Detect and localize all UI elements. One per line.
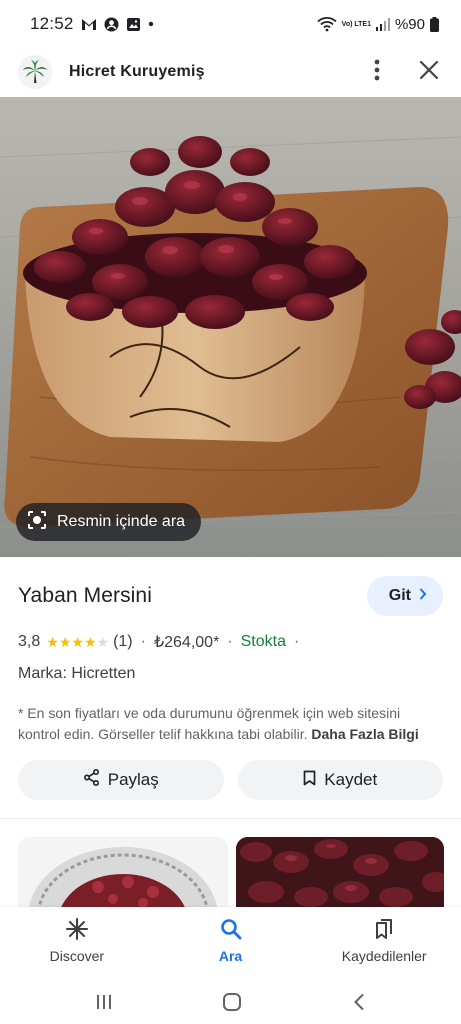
wifi-icon: [317, 16, 337, 32]
star-filled-icon: ★: [46, 634, 59, 650]
search-icon: [219, 917, 243, 944]
bowl-of-berries-photo: [18, 837, 228, 907]
system-navigation: [0, 985, 461, 1024]
search-in-image-button[interactable]: Resmin içinde ara: [16, 503, 202, 541]
title-row: Yaban Mersini Git: [18, 575, 443, 617]
disclaimer: * En son fiyatları ve oda durumunu öğren…: [18, 703, 443, 745]
lens-icon: [26, 509, 48, 536]
back-button[interactable]: [352, 993, 366, 1016]
product-title: Yaban Mersini: [18, 584, 152, 607]
recent-apps-button[interactable]: [95, 993, 113, 1016]
action-buttons: Paylaş Kaydet: [18, 760, 443, 800]
price: ₺264,00*: [153, 634, 220, 651]
bottom-navigation: Discover Ara Kaydedilenler: [0, 907, 461, 985]
nav-search-label: Ara: [218, 948, 243, 964]
visit-button[interactable]: Git: [366, 576, 443, 616]
separator: ·: [293, 633, 300, 650]
palm-tree-logo: [18, 55, 52, 89]
nav-discover-label: Discover: [49, 948, 105, 964]
more-info-link[interactable]: Daha Fazla Bilgi: [311, 726, 418, 742]
gallery-icon: [126, 17, 141, 32]
status-time: 12:52: [30, 14, 74, 33]
asterisk-icon: [65, 917, 89, 944]
product-image[interactable]: Resmin içinde ara: [0, 97, 461, 557]
battery-icon: [430, 16, 439, 32]
status-bar: 12:52 Vo) LTE1 %90: [0, 0, 461, 48]
nav-saved[interactable]: Kaydedilenler: [307, 907, 461, 985]
nav-discover[interactable]: Discover: [0, 907, 154, 985]
dried-cranberries-photo: [0, 97, 461, 557]
star-filled-icon: ★: [71, 634, 84, 650]
bookmarks-icon: [372, 917, 396, 944]
dot-icon: [148, 21, 154, 27]
close-button[interactable]: [411, 54, 447, 90]
site-header: Hicret Kuruyemiş: [0, 48, 461, 96]
status-left: 12:52: [30, 14, 154, 34]
rating-row: 3,8 ★ ★ ★ ★ ★ (1) · ₺264,00* · Stokta ·: [18, 632, 307, 652]
more-options-button[interactable]: [359, 54, 395, 90]
related-image-1[interactable]: [18, 837, 228, 907]
save-label: Kaydet: [324, 770, 378, 789]
nav-saved-label: Kaydedilenler: [341, 948, 427, 964]
more-vert-icon: [374, 59, 380, 86]
share-label: Paylaş: [107, 770, 159, 789]
star-rating: ★ ★ ★ ★ ★: [46, 634, 109, 650]
close-icon: [419, 60, 439, 85]
share-icon: [83, 768, 100, 791]
account-icon: [104, 17, 119, 32]
volte-icon: Vo) LTE1: [341, 20, 371, 28]
visit-button-label: Git: [388, 587, 411, 604]
dried-berries-closeup-photo: [236, 837, 444, 907]
bookmark-icon: [303, 770, 316, 791]
review-count[interactable]: (1): [113, 633, 133, 651]
rating-value: 3,8: [18, 633, 41, 650]
home-button[interactable]: [222, 992, 242, 1017]
gmail-icon: [81, 17, 97, 31]
separator: ·: [140, 633, 146, 650]
chevron-right-icon: [419, 587, 427, 605]
site-name: Hicret Kuruyemiş: [69, 63, 205, 80]
related-image-2[interactable]: [236, 837, 444, 907]
separator: ·: [227, 633, 233, 650]
nav-search[interactable]: Ara: [154, 907, 308, 985]
stock-status: Stokta: [240, 633, 286, 650]
star-filled-icon: ★: [58, 634, 72, 650]
status-right: Vo) LTE1 %90: [317, 16, 439, 33]
save-button[interactable]: Kaydet: [237, 760, 443, 800]
star-filled-icon: ★: [83, 634, 97, 650]
divider: [0, 818, 461, 819]
battery-percent: %90: [394, 15, 425, 33]
search-in-image-label: Resmin içinde ara: [57, 513, 186, 530]
brand: Marka: Hicretten: [18, 665, 136, 682]
star-empty-icon: ★: [96, 634, 110, 650]
share-button[interactable]: Paylaş: [18, 760, 224, 800]
signal-icon: [375, 17, 390, 31]
